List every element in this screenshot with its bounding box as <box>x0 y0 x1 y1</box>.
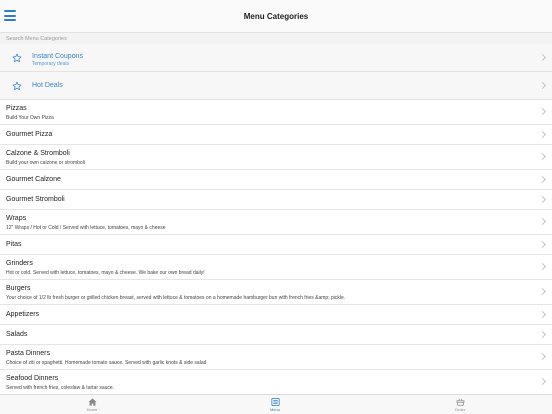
menu-list-icon <box>270 398 280 406</box>
category-item-pizzas[interactable]: Pizzas Build Your Own Pizza <box>0 100 552 125</box>
category-title: Gourmet Stromboli <box>6 196 65 203</box>
category-title: Wraps <box>6 215 27 222</box>
page-title: Menu Categories <box>243 12 309 21</box>
search-input[interactable] <box>6 33 546 44</box>
chevron-right-icon <box>538 175 547 183</box>
category-item-gourmet-stromboli[interactable]: Gourmet Stromboli <box>0 190 552 210</box>
promo-title: Hot Deals <box>32 82 63 89</box>
category-title: Pizzas <box>6 105 27 112</box>
chevron-right-icon <box>538 287 547 296</box>
chevron-right-icon <box>538 240 547 248</box>
category-list[interactable]: Instant Coupons Temporary deals Hot Deal… <box>0 44 552 394</box>
category-item-pitas[interactable]: Pitas <box>0 235 552 255</box>
category-title: Calzone & Stromboli <box>6 150 70 157</box>
category-title: Seafood Dinners <box>6 375 59 382</box>
category-subtitle: Build Your Own Pizza <box>6 115 54 121</box>
chevron-right-icon <box>538 330 547 338</box>
category-item-seafood-dinners[interactable]: Seafood Dinners Served with french fries… <box>0 370 552 394</box>
category-item-wraps[interactable]: Wraps 12" Wraps / Hot or Cold / Served w… <box>0 210 552 235</box>
search-bar <box>0 33 552 44</box>
home-icon <box>88 398 96 406</box>
category-item-pasta-dinners[interactable]: Pasta Dinners Choice of ziti or spaghett… <box>0 345 552 370</box>
category-title: Pitas <box>6 241 22 248</box>
category-item-salads[interactable]: Salads <box>0 325 552 345</box>
promo-title: Instant Coupons <box>32 53 83 60</box>
category-item-gourmet-pizza[interactable]: Gourmet Pizza <box>0 125 552 145</box>
tab-label: Home <box>86 407 98 412</box>
category-title: Pasta Dinners <box>6 350 50 357</box>
basket-icon <box>455 398 465 406</box>
promo-hot-deals[interactable]: Hot Deals <box>0 72 552 100</box>
chevron-right-icon <box>538 352 547 361</box>
chevron-right-icon <box>538 130 547 138</box>
category-item-grinders[interactable]: Grinders Hot or cold. Served with lettuc… <box>0 255 552 280</box>
chevron-right-icon <box>538 217 547 226</box>
category-title: Gourmet Pizza <box>6 131 53 138</box>
category-title: Grinders <box>6 260 33 267</box>
category-item-calzone-stromboli[interactable]: Calzone & Stromboli Build your own calzo… <box>0 145 552 170</box>
category-title: Appetizers <box>6 311 40 318</box>
category-title: Salads <box>6 331 28 338</box>
tab-label: Menu <box>269 407 280 412</box>
category-subtitle: Hot or cold. Served with lettuce, tomato… <box>6 270 205 276</box>
star-icon <box>12 81 22 91</box>
promo-subtitle: Temporary deals <box>32 61 69 67</box>
category-title: Burgers <box>6 285 31 292</box>
category-subtitle: Served with french fries, coleslaw & tar… <box>6 385 115 391</box>
tab-order[interactable]: Order <box>440 398 480 412</box>
chevron-right-icon <box>538 310 547 318</box>
chevron-right-icon <box>538 81 547 89</box>
chevron-right-icon <box>538 107 547 116</box>
tab-label: Order <box>454 407 466 412</box>
category-title: Gourmet Calzone <box>6 176 61 183</box>
category-item-burgers[interactable]: Burgers Your choice of 1/2 lb fresh burg… <box>0 280 552 305</box>
chevron-right-icon <box>538 195 547 203</box>
star-icon <box>12 53 22 63</box>
category-subtitle: 12" Wraps / Hot or Cold / Served with le… <box>6 225 166 231</box>
chevron-right-icon <box>538 262 547 271</box>
category-item-appetizers[interactable]: Appetizers <box>0 305 552 325</box>
category-subtitle: Your choice of 1/2 lb fresh burger or gr… <box>6 295 346 301</box>
bottom-tab-bar: Home Menu Order <box>0 394 552 414</box>
chevron-right-icon <box>538 152 547 161</box>
chevron-right-icon <box>538 377 547 386</box>
category-subtitle: Choice of ziti or spaghetti. Homemade to… <box>6 360 207 366</box>
category-item-gourmet-calzone[interactable]: Gourmet Calzone <box>0 170 552 190</box>
category-subtitle: Build your own calzone or stromboli <box>6 160 85 166</box>
promo-instant-coupons[interactable]: Instant Coupons Temporary deals <box>0 44 552 72</box>
tab-menu[interactable]: Menu <box>255 398 295 412</box>
top-navigation-bar: Menu Categories <box>0 0 552 33</box>
tab-home[interactable]: Home <box>72 398 112 412</box>
chevron-right-icon <box>538 53 547 61</box>
